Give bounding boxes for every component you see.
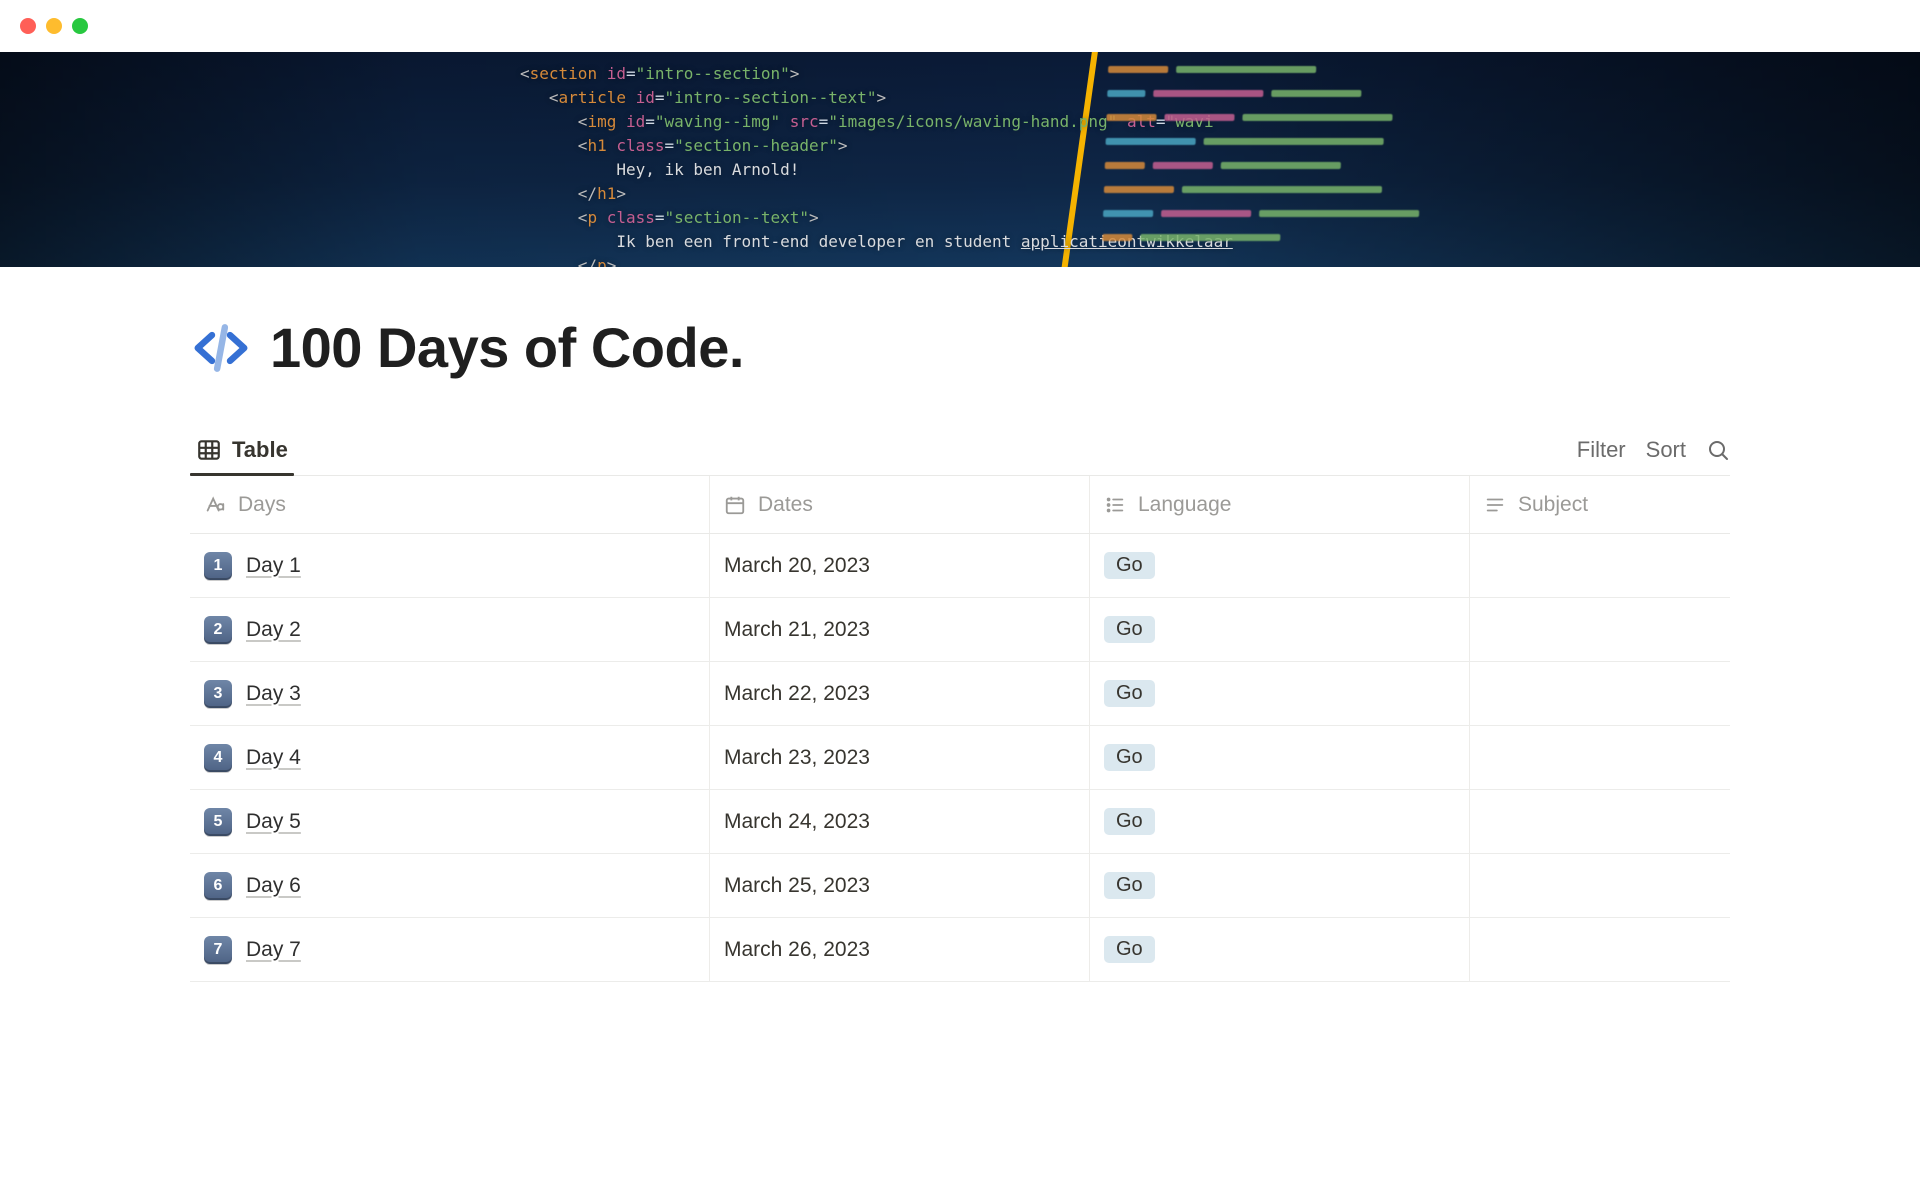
cell-subject[interactable] bbox=[1470, 598, 1730, 661]
cell-date[interactable]: March 21, 2023 bbox=[710, 598, 1090, 661]
window-zoom-icon[interactable] bbox=[72, 18, 88, 34]
cell-language[interactable]: Go bbox=[1090, 854, 1470, 917]
table-row[interactable]: 2 Day 2 March 21, 2023 Go bbox=[190, 598, 1730, 662]
keycap-icon: 6 bbox=[204, 872, 232, 900]
row-title[interactable]: Day 7 bbox=[246, 938, 301, 962]
cell-language[interactable]: Go bbox=[1090, 662, 1470, 725]
table-header-row: Days Dates bbox=[190, 476, 1730, 534]
cell-subject[interactable] bbox=[1470, 726, 1730, 789]
language-tag[interactable]: Go bbox=[1104, 680, 1155, 707]
multiselect-icon bbox=[1104, 494, 1126, 516]
row-title[interactable]: Day 1 bbox=[246, 554, 301, 578]
sort-button[interactable]: Sort bbox=[1646, 437, 1686, 463]
column-dates[interactable]: Dates bbox=[710, 476, 1090, 533]
window-minimize-icon[interactable] bbox=[46, 18, 62, 34]
cell-date[interactable]: March 23, 2023 bbox=[710, 726, 1090, 789]
cell-subject[interactable] bbox=[1470, 854, 1730, 917]
text-icon bbox=[1484, 494, 1506, 516]
page-title[interactable]: 100 Days of Code. bbox=[270, 315, 744, 380]
language-tag[interactable]: Go bbox=[1104, 808, 1155, 835]
language-tag[interactable]: Go bbox=[1104, 552, 1155, 579]
column-label: Days bbox=[238, 493, 286, 517]
keycap-icon: 5 bbox=[204, 808, 232, 836]
keycap-icon: 1 bbox=[204, 552, 232, 580]
cell-language[interactable]: Go bbox=[1090, 790, 1470, 853]
table-row[interactable]: 3 Day 3 March 22, 2023 Go bbox=[190, 662, 1730, 726]
table-row[interactable]: 7 Day 7 March 26, 2023 Go bbox=[190, 918, 1730, 982]
language-tag[interactable]: Go bbox=[1104, 936, 1155, 963]
table-row[interactable]: 1 Day 1 March 20, 2023 Go bbox=[190, 534, 1730, 598]
cell-language[interactable]: Go bbox=[1090, 598, 1470, 661]
row-title[interactable]: Day 5 bbox=[246, 810, 301, 834]
cell-days[interactable]: 5 Day 5 bbox=[190, 790, 710, 853]
window-titlebar bbox=[0, 0, 1920, 52]
row-title[interactable]: Day 2 bbox=[246, 618, 301, 642]
search-icon[interactable] bbox=[1706, 438, 1730, 462]
keycap-icon: 3 bbox=[204, 680, 232, 708]
column-days[interactable]: Days bbox=[190, 476, 710, 533]
filter-button[interactable]: Filter bbox=[1577, 437, 1626, 463]
row-title[interactable]: Day 4 bbox=[246, 746, 301, 770]
cell-days[interactable]: 1 Day 1 bbox=[190, 534, 710, 597]
cell-days[interactable]: 2 Day 2 bbox=[190, 598, 710, 661]
language-tag[interactable]: Go bbox=[1104, 872, 1155, 899]
page-icon-code[interactable] bbox=[190, 317, 252, 379]
cell-date[interactable]: March 24, 2023 bbox=[710, 790, 1090, 853]
table-row[interactable]: 5 Day 5 March 24, 2023 Go bbox=[190, 790, 1730, 854]
language-tag[interactable]: Go bbox=[1104, 744, 1155, 771]
page-cover[interactable]: <section id="intro--section"> <article i… bbox=[0, 52, 1920, 267]
keycap-icon: 2 bbox=[204, 616, 232, 644]
database-table: Days Dates bbox=[190, 476, 1730, 982]
tab-table[interactable]: Table bbox=[190, 424, 294, 475]
cell-date[interactable]: March 22, 2023 bbox=[710, 662, 1090, 725]
calendar-icon bbox=[724, 494, 746, 516]
window-close-icon[interactable] bbox=[20, 18, 36, 34]
cell-language[interactable]: Go bbox=[1090, 534, 1470, 597]
cell-language[interactable]: Go bbox=[1090, 918, 1470, 981]
cell-date[interactable]: March 25, 2023 bbox=[710, 854, 1090, 917]
cell-days[interactable]: 6 Day 6 bbox=[190, 854, 710, 917]
cell-subject[interactable] bbox=[1470, 534, 1730, 597]
cell-days[interactable]: 4 Day 4 bbox=[190, 726, 710, 789]
row-title[interactable]: Day 6 bbox=[246, 874, 301, 898]
title-property-icon bbox=[204, 494, 226, 516]
column-subject[interactable]: Subject bbox=[1470, 476, 1730, 533]
cell-subject[interactable] bbox=[1470, 918, 1730, 981]
language-tag[interactable]: Go bbox=[1104, 616, 1155, 643]
tab-label: Table bbox=[232, 437, 288, 463]
column-label: Subject bbox=[1518, 493, 1588, 517]
cell-date[interactable]: March 26, 2023 bbox=[710, 918, 1090, 981]
column-label: Dates bbox=[758, 493, 813, 517]
column-language[interactable]: Language bbox=[1090, 476, 1470, 533]
table-icon bbox=[196, 437, 222, 463]
cell-days[interactable]: 7 Day 7 bbox=[190, 918, 710, 981]
cell-subject[interactable] bbox=[1470, 662, 1730, 725]
table-row[interactable]: 6 Day 6 March 25, 2023 Go bbox=[190, 854, 1730, 918]
row-title[interactable]: Day 3 bbox=[246, 682, 301, 706]
cell-date[interactable]: March 20, 2023 bbox=[710, 534, 1090, 597]
keycap-icon: 7 bbox=[204, 936, 232, 964]
cover-blurred-code bbox=[1102, 60, 1529, 260]
keycap-icon: 4 bbox=[204, 744, 232, 772]
table-row[interactable]: 4 Day 4 March 23, 2023 Go bbox=[190, 726, 1730, 790]
cell-days[interactable]: 3 Day 3 bbox=[190, 662, 710, 725]
cell-subject[interactable] bbox=[1470, 790, 1730, 853]
column-label: Language bbox=[1138, 493, 1231, 517]
cell-language[interactable]: Go bbox=[1090, 726, 1470, 789]
